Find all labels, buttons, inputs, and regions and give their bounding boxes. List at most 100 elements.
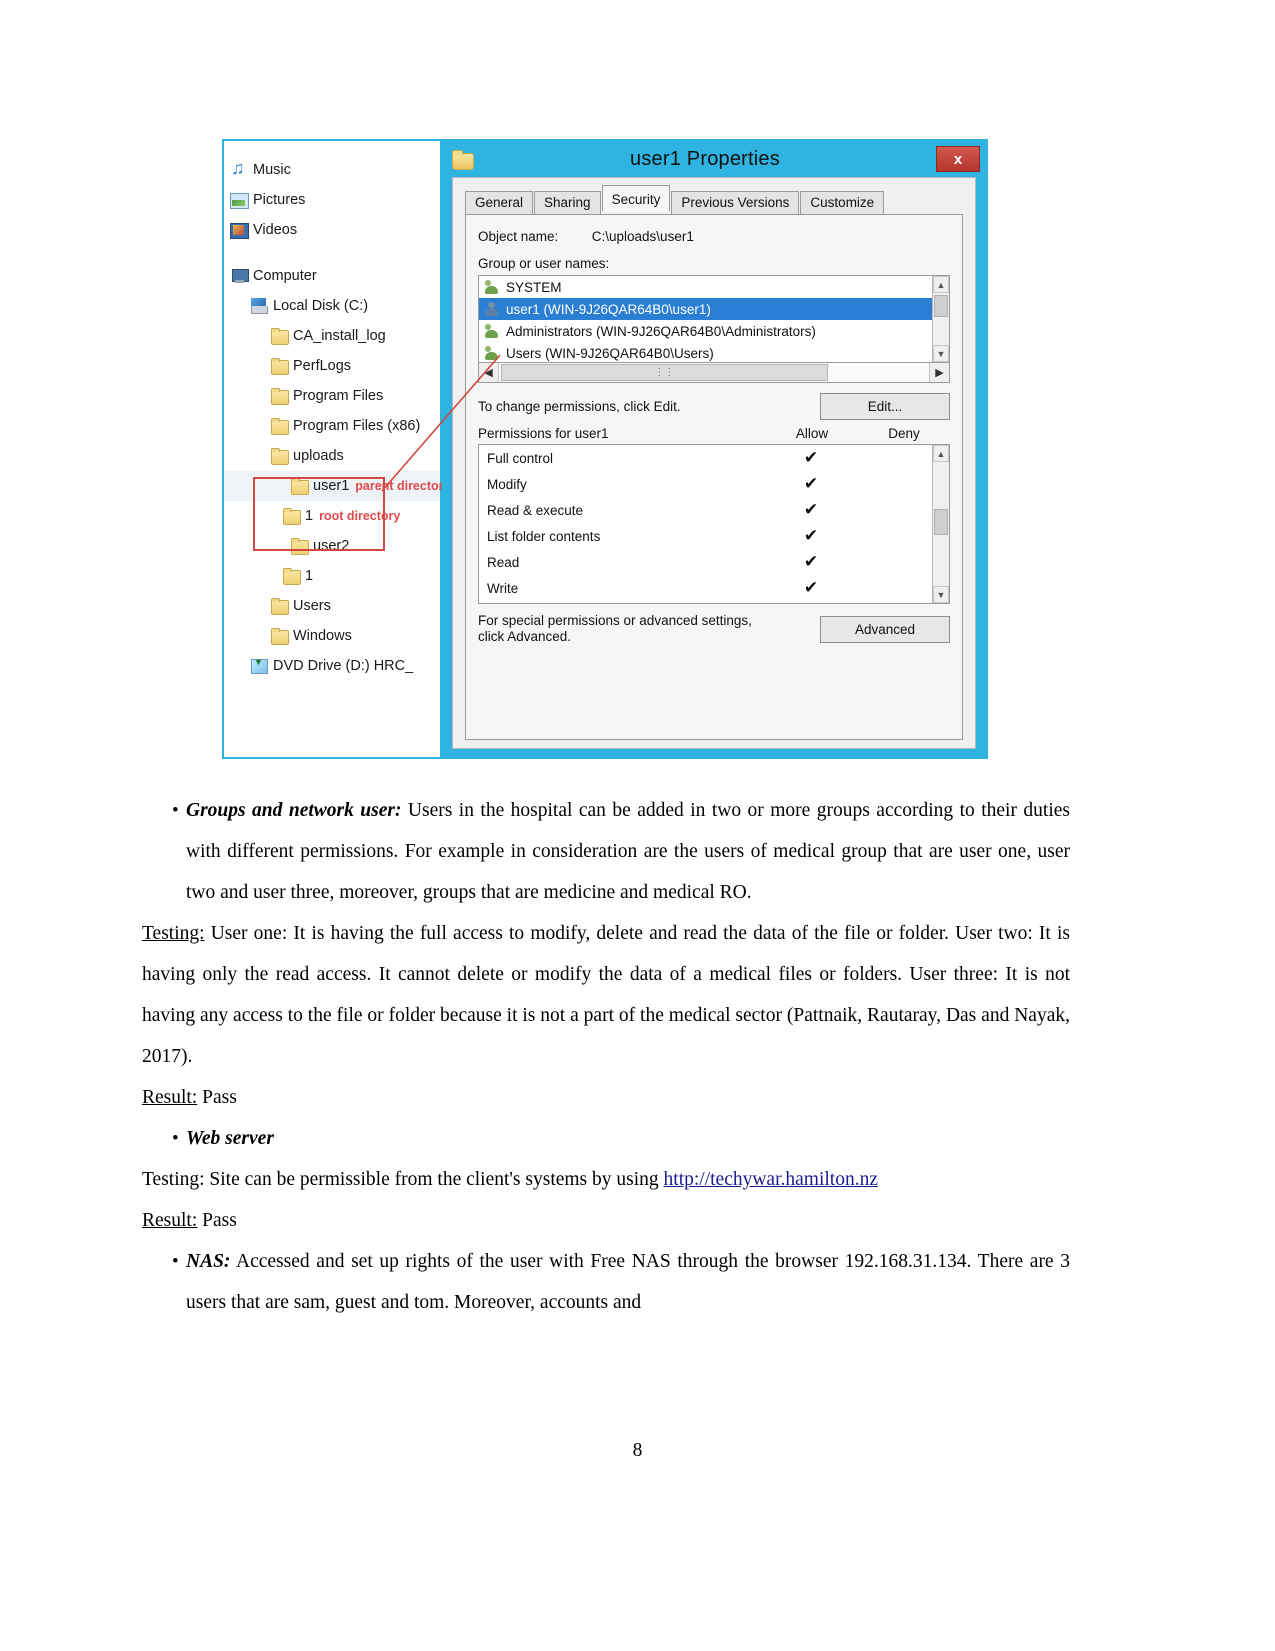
table-row[interactable]: Read ✔ — [479, 549, 949, 575]
tree-item-user2[interactable]: user2 — [224, 531, 440, 561]
scrollbar-track[interactable]: ⋮⋮ — [499, 363, 929, 382]
allow-column-header: Allow — [795, 426, 829, 441]
tab-general[interactable]: General — [465, 191, 534, 214]
table-row[interactable]: List folder contents ✔ — [479, 523, 949, 549]
tree-item-uploads[interactable]: uploads — [224, 441, 440, 471]
tree-item-pictures[interactable]: Pictures — [224, 185, 440, 215]
scroll-down-icon[interactable]: ▼ — [933, 345, 949, 362]
object-name-value: C:\uploads\user1 — [591, 229, 694, 244]
explorer-tree-pane[interactable]: Music Pictures Videos Computer Lo — [224, 141, 450, 757]
tree-item-label: 1 — [305, 568, 314, 584]
tree-item-label: Program Files — [293, 388, 384, 404]
tab-customize[interactable]: Customize — [800, 191, 885, 214]
permissions-label: Permissions for user1 — [478, 426, 609, 441]
bullet-text: Web server — [186, 1118, 1070, 1159]
picture-icon — [230, 192, 249, 209]
scroll-right-icon[interactable]: ▶ — [929, 363, 949, 382]
list-item-label: user1 (WIN-9J26QAR64B0\user1) — [506, 301, 711, 317]
dialog-tab-strip[interactable]: General Sharing Security Previous Versio… — [465, 185, 963, 214]
tree-item-users[interactable]: Users — [224, 591, 440, 621]
tree-item-label: CA_install_log — [293, 328, 386, 344]
tree-item-windows[interactable]: Windows — [224, 621, 440, 651]
allow-checkmark-icon[interactable]: ✔ — [765, 552, 857, 572]
table-row[interactable]: Read & execute ✔ — [479, 497, 949, 523]
paragraph-testing-1: Testing: User one: It is having the full… — [142, 913, 1070, 1077]
tree-item-user1-root[interactable]: 1 root directory — [224, 501, 440, 531]
permissions-vertical-scrollbar[interactable]: ▲ ▼ — [932, 445, 949, 603]
disk-icon — [250, 298, 268, 314]
windows-security-screenshot-figure: Music Pictures Videos Computer Lo — [222, 139, 988, 759]
tree-item-videos[interactable]: Videos — [224, 215, 440, 245]
folder-icon — [452, 150, 474, 170]
result-value: Pass — [197, 1210, 237, 1231]
close-icon[interactable]: x — [936, 146, 980, 172]
scrollbar-thumb[interactable]: ⋮⋮ — [501, 364, 828, 381]
tree-item-user2-root[interactable]: 1 — [224, 561, 440, 591]
list-item[interactable]: SYSTEM — [479, 276, 949, 298]
group-or-user-names-list[interactable]: SYSTEM user1 (WIN-9J26QAR64B0\user1) Adm… — [478, 275, 950, 363]
tree-item-program-files[interactable]: Program Files — [224, 381, 440, 411]
tree-item-label: 1 — [305, 508, 314, 524]
tab-previous-versions[interactable]: Previous Versions — [671, 191, 800, 214]
scrollbar-thumb[interactable] — [934, 295, 948, 317]
list-item[interactable]: Administrators (WIN-9J26QAR64B0\Administ… — [479, 320, 949, 342]
bullet-text: NAS: Accessed and set up rights of the u… — [186, 1241, 1070, 1323]
allow-checkmark-icon[interactable]: ✔ — [765, 448, 857, 468]
bullet-text: Groups and network user: Users in the ho… — [186, 790, 1070, 913]
table-row[interactable]: Write ✔ — [479, 575, 949, 601]
allow-checkmark-icon[interactable]: ✔ — [765, 474, 857, 494]
list-item-label: Administrators (WIN-9J26QAR64B0\Administ… — [506, 323, 816, 339]
advanced-hint-line-2: click Advanced. — [478, 629, 572, 644]
user-icon — [484, 301, 501, 317]
tab-security[interactable]: Security — [601, 185, 671, 211]
list-item-groups-and-network-user: • Groups and network user: Users in the … — [142, 790, 1070, 913]
scroll-down-icon[interactable]: ▼ — [933, 586, 949, 603]
permissions-list[interactable]: Full control ✔ Modify ✔ Read & execute ✔… — [478, 444, 950, 604]
object-name-label: Object name: — [478, 229, 559, 244]
tree-item-perflogs[interactable]: PerfLogs — [224, 351, 440, 381]
tree-item-label: Music — [253, 162, 291, 178]
scroll-left-icon[interactable]: ◀ — [479, 363, 499, 382]
tree-item-ca-install-log[interactable]: CA_install_log — [224, 321, 440, 351]
tree-item-label: Computer — [253, 268, 317, 284]
list-item-selected[interactable]: user1 (WIN-9J26QAR64B0\user1) — [479, 298, 949, 320]
tree-item-music[interactable]: Music — [224, 155, 440, 185]
group-list-horizontal-scrollbar[interactable]: ◀ ⋮⋮ ▶ — [478, 363, 950, 383]
bullet-lead-label: Groups and network user: — [186, 800, 402, 821]
tree-item-label: PerfLogs — [293, 358, 352, 374]
advanced-button[interactable]: Advanced — [820, 615, 950, 643]
folder-icon — [270, 328, 289, 345]
list-item[interactable]: Users (WIN-9J26QAR64B0\Users) — [479, 342, 949, 362]
web-server-link[interactable]: http://techywar.hamilton.nz — [664, 1169, 878, 1190]
permission-name: Write — [487, 580, 519, 596]
folder-icon — [270, 388, 289, 405]
permission-name: Read — [487, 554, 520, 570]
tree-item-computer[interactable]: Computer — [224, 261, 440, 291]
tree-item-user1[interactable]: user1 parent directory — [224, 471, 450, 501]
folder-icon — [270, 628, 289, 645]
annotation-root-directory: root directory — [319, 509, 401, 523]
table-row[interactable]: Modify ✔ — [479, 471, 949, 497]
security-tab-panel: Object name: C:\uploads\user1 Group or u… — [465, 214, 963, 740]
scroll-up-icon[interactable]: ▲ — [933, 445, 949, 462]
tree-item-local-disk-c[interactable]: Local Disk (C:) — [224, 291, 440, 321]
testing-body-text: User one: It is having the full access t… — [142, 923, 1070, 1067]
tab-sharing[interactable]: Sharing — [534, 191, 601, 214]
permission-name: List folder contents — [487, 528, 601, 544]
result-value: Pass — [197, 1087, 237, 1108]
paragraph-result-1: Result: Pass — [142, 1077, 1070, 1118]
bullet-marker: • — [172, 1251, 179, 1272]
allow-checkmark-icon[interactable]: ✔ — [765, 578, 857, 598]
edit-button[interactable]: Edit... — [820, 393, 950, 420]
bullet-marker: • — [172, 1128, 179, 1149]
table-row[interactable]: Full control ✔ — [479, 445, 949, 471]
tree-item-program-files-x86[interactable]: Program Files (x86) — [224, 411, 440, 441]
group-icon — [484, 279, 501, 295]
advanced-hint-text: For special permissions or advanced sett… — [478, 613, 752, 645]
tree-item-dvd-drive[interactable]: DVD Drive (D:) HRC_ — [224, 651, 440, 681]
allow-checkmark-icon[interactable]: ✔ — [765, 500, 857, 520]
scroll-up-icon[interactable]: ▲ — [933, 276, 949, 293]
scrollbar-thumb[interactable] — [934, 509, 948, 535]
group-list-vertical-scrollbar[interactable]: ▲ ▼ — [932, 276, 949, 362]
allow-checkmark-icon[interactable]: ✔ — [765, 526, 857, 546]
